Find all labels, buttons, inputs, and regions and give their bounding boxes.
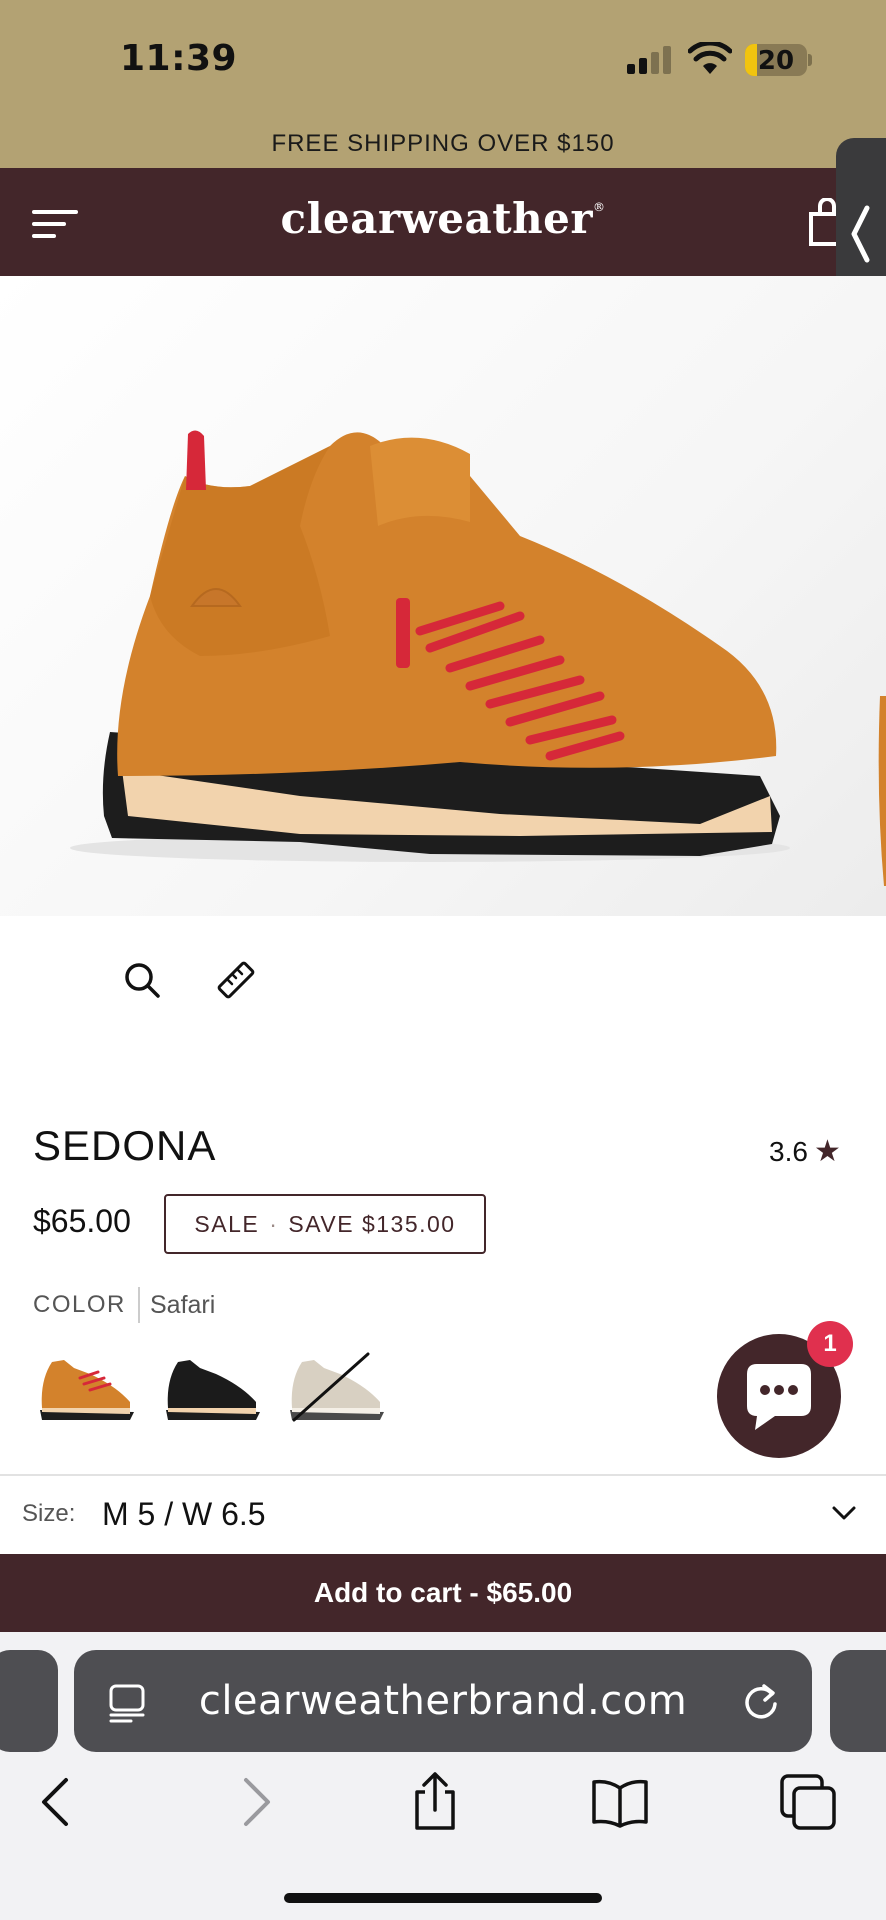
url-text: clearweatherbrand.com [198, 1678, 688, 1724]
sale-badge: SALE · SAVE $135.00 [164, 1194, 486, 1254]
color-swatch-black[interactable] [160, 1350, 264, 1426]
rating-value: 3.6 [769, 1136, 808, 1167]
color-label: COLOR [33, 1291, 126, 1318]
status-time: 11:39 [120, 38, 238, 79]
reload-icon[interactable] [740, 1680, 782, 1724]
size-label: Size: [22, 1500, 76, 1527]
battery-level: 20 [757, 46, 795, 76]
battery-tip [808, 54, 812, 66]
color-swatch-safari[interactable] [34, 1350, 138, 1426]
address-bar[interactable]: clearweatherbrand.com [74, 1650, 812, 1752]
chevron-left-icon [851, 205, 870, 263]
status-bar: 11:39 20 [0, 0, 886, 120]
tabs-icon[interactable] [778, 1772, 838, 1832]
next-tab-preview[interactable] [830, 1650, 886, 1752]
product-image[interactable] [0, 276, 886, 916]
promo-banner: FREE SHIPPING OVER $150 [0, 120, 886, 168]
previous-tab-preview[interactable] [0, 1650, 58, 1752]
battery-icon: 20 [745, 44, 807, 76]
cellular-signal-icon [627, 46, 675, 74]
shoe-image [70, 430, 886, 886]
bookmarks-icon[interactable] [590, 1772, 650, 1832]
chat-notification-badge: 1 [807, 1321, 853, 1367]
ruler-icon[interactable] [214, 958, 258, 1002]
site-header: clearweather® [0, 168, 886, 276]
wifi-icon [688, 42, 732, 74]
product-price: $65.00 [33, 1203, 131, 1239]
sale-label: SALE [194, 1211, 260, 1237]
size-select[interactable]: Size: M 5 / W 6.5 [0, 1474, 886, 1554]
color-value: Safari [150, 1291, 216, 1319]
back-icon[interactable] [30, 1772, 90, 1832]
chevron-down-icon [832, 1506, 856, 1520]
size-value: M 5 / W 6.5 [102, 1496, 266, 1532]
share-icon[interactable] [405, 1772, 465, 1832]
star-icon: ★ [813, 1135, 841, 1168]
sale-savings: SAVE $135.00 [288, 1211, 456, 1237]
add-to-cart-button[interactable]: Add to cart - $65.00 [0, 1554, 886, 1632]
brand-logo[interactable]: clearweather® [0, 194, 886, 243]
sale-separator: · [269, 1211, 279, 1237]
color-swatch-sold-out[interactable] [284, 1350, 388, 1426]
forward-icon[interactable] [222, 1772, 282, 1832]
home-indicator [284, 1893, 602, 1903]
product-title: SEDONA [33, 1122, 217, 1169]
color-divider [138, 1287, 140, 1323]
product-rating[interactable]: 3.6 ★ [769, 1134, 841, 1169]
zoom-icon[interactable] [120, 958, 164, 1002]
